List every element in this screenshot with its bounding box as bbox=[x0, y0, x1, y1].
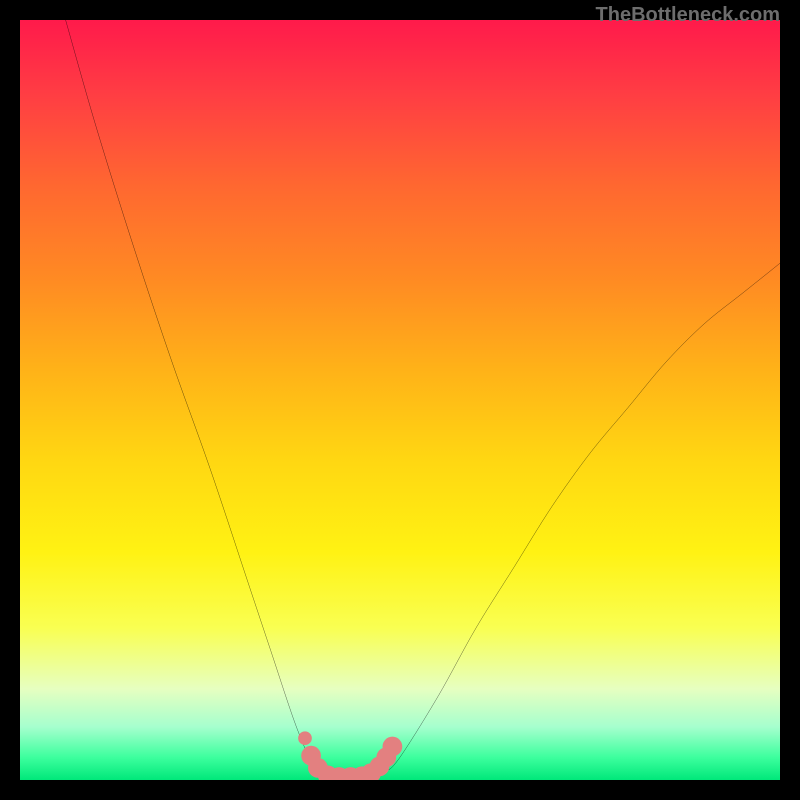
watermark: TheBottleneck.com bbox=[596, 4, 780, 27]
plot-area bbox=[20, 20, 780, 780]
frame-border-right bbox=[780, 0, 800, 800]
curve-marker bbox=[298, 731, 312, 745]
curve-marker bbox=[383, 737, 403, 757]
frame-border-left bbox=[0, 0, 20, 800]
frame-border-bottom bbox=[0, 780, 800, 800]
bottleneck-curve bbox=[20, 20, 780, 780]
chart-frame: TheBottleneck.com bbox=[0, 0, 800, 800]
